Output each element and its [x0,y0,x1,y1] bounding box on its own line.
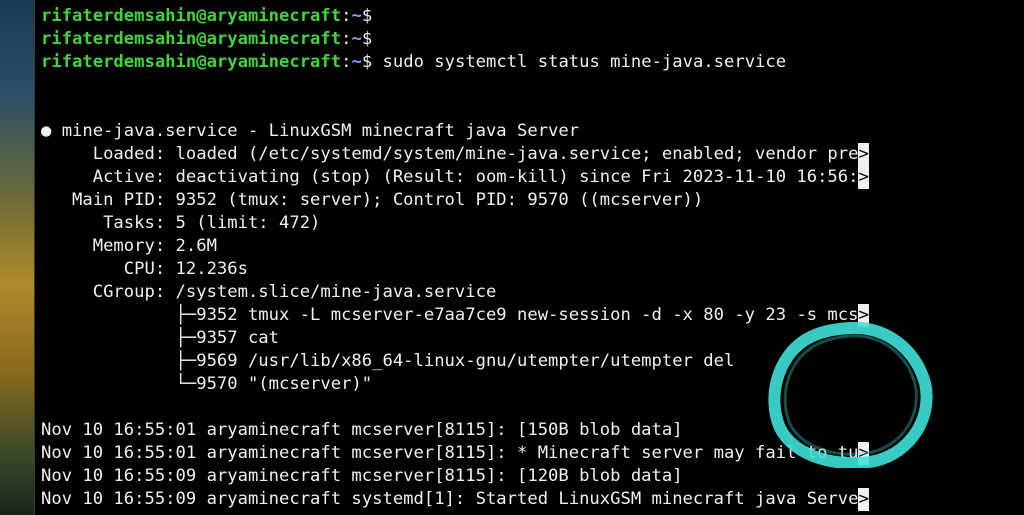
cgroup-tree-item: ├─9569 /usr/lib/x86_64-linux-gnu/utempte… [41,351,735,371]
main-pid-line: Main PID: 9352 (tmux: server); Control P… [41,190,704,210]
truncation-marker: > [858,143,869,166]
cpu-line: CPU: 12.236s [41,259,248,279]
prompt-line-1: rifaterdemsahin@aryaminecraft:~$ [41,5,372,28]
prompt-colon: : [341,6,352,26]
cgroup-tree-text: ├─9352 tmux -L mcserver-e7aa7ce9 new-ses… [41,305,859,325]
service-header: ● mine-java.service - LinuxGSM minecraft… [41,121,580,141]
log-text: Nov 10 16:55:09 aryaminecraft systemd[1]… [41,489,859,509]
prompt-colon: : [341,52,352,72]
log-text: Nov 10 16:55:01 aryaminecraft mcserver[8… [41,443,859,463]
cgroup-tree-item: └─9570 "(mcserver)" [41,374,373,394]
truncation-marker: > [858,488,869,511]
prompt-line-2: rifaterdemsahin@aryaminecraft:~$ [41,28,372,51]
memory-line: Memory: 2.6M [41,236,217,256]
prompt-symbol: $ [361,6,373,26]
prompt-symbol: $ [361,52,373,72]
desktop-wallpaper [0,0,36,515]
log-line: Nov 10 16:55:09 aryaminecraft systemd[1]… [41,488,869,511]
prompt-path: ~ [351,52,362,72]
prompt-line-3: rifaterdemsahin@aryaminecraft:~$ sudo sy… [41,51,786,74]
active-line: Active: deactivating (stop) (Result: oom… [41,166,869,189]
prompt-symbol: $ [361,29,373,49]
truncation-marker: > [858,166,869,189]
active-text: Active: deactivating (stop) (Result: oom… [41,167,859,187]
cgroup-tree-item: ├─9352 tmux -L mcserver-e7aa7ce9 new-ses… [41,304,869,327]
terminal-window[interactable]: rifaterdemsahin@aryaminecraft:~$ rifater… [34,0,1024,515]
cgroup-tree-item: ├─9357 cat [41,328,279,348]
prompt-path: ~ [351,29,362,49]
cursor-highlight-icon [768,321,933,468]
prompt-user-host: rifaterdemsahin@aryaminecraft [41,52,342,72]
prompt-user-host: rifaterdemsahin@aryaminecraft [41,29,342,49]
command-text: sudo systemctl status mine-java.service [382,52,787,72]
prompt-colon: : [341,29,352,49]
prompt-user-host: rifaterdemsahin@aryaminecraft [41,6,342,26]
loaded-line: Loaded: loaded (/etc/systemd/system/mine… [41,143,869,166]
log-line: Nov 10 16:55:01 aryaminecraft mcserver[8… [41,442,869,465]
log-line: Nov 10 16:55:09 aryaminecraft mcserver[8… [41,466,683,486]
cgroup-line: CGroup: /system.slice/mine-java.service [41,282,497,302]
log-line: Nov 10 16:55:01 aryaminecraft mcserver[8… [41,420,683,440]
prompt-path: ~ [351,6,362,26]
loaded-text: Loaded: loaded (/etc/systemd/system/mine… [41,144,859,164]
tasks-line: Tasks: 5 (limit: 472) [41,213,321,233]
